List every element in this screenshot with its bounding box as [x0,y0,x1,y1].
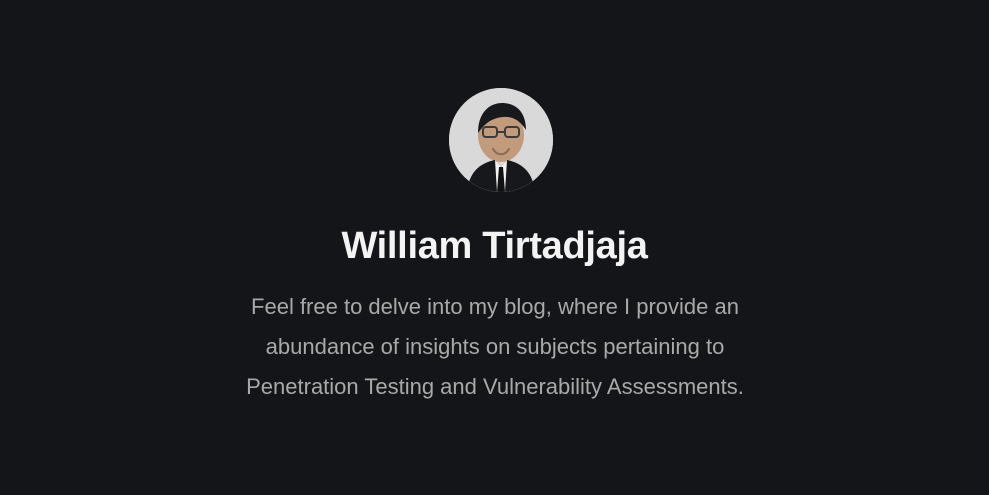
profile-section: William Tirtadjaja Feel free to delve in… [0,0,989,495]
profile-photo-icon [449,88,553,192]
avatar [449,88,553,192]
profile-name: William Tirtadjaja [341,225,648,267]
profile-bio: Feel free to delve into my blog, where I… [246,294,744,399]
